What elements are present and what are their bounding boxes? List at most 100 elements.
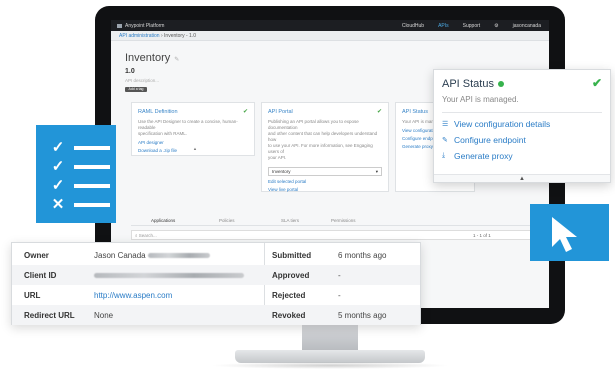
portal-card-line: to use your API. For more information, s…: [268, 143, 373, 154]
tab-bar: Applications Policies SLA tiers Permissi…: [131, 216, 531, 226]
portal-card-title: API Portal: [268, 109, 293, 115]
nav-user[interactable]: jasoncanada: [513, 23, 541, 29]
application-details-panel: Owner Jason Canada Submitted 6 months ag…: [11, 242, 421, 325]
portal-card-line: your API.: [268, 155, 287, 160]
tab-policies[interactable]: Policies: [219, 218, 235, 223]
details-row: Redirect URL None Revoked 5 months ago: [12, 305, 420, 325]
monitor-stand-neck: [302, 324, 358, 350]
generate-proxy-link[interactable]: ⤓ Generate proxy: [442, 151, 602, 161]
raml-card-title: RAML Definition: [138, 109, 178, 115]
owner-label: Owner: [24, 251, 49, 260]
check-icon: ✔: [591, 76, 602, 90]
nav-support[interactable]: Support: [463, 23, 481, 29]
pagination[interactable]: 1 - 1 of 1: [473, 233, 491, 238]
breadcrumb-current: Inventory - 1.0: [164, 33, 196, 39]
checklist-icon: ✓ ✓ ✓ ✕: [36, 125, 116, 223]
redirect-url-value: None: [94, 311, 114, 320]
approved-label: Approved: [272, 271, 310, 280]
redacted-client-id: [94, 273, 244, 279]
checklist-row: ✓: [50, 139, 110, 156]
search-input[interactable]: ⌕ Search...: [131, 230, 531, 240]
configure-endpoint-link[interactable]: ✎ Configure endpoint: [442, 135, 602, 145]
portal-card-line: and other content that can help develope…: [268, 131, 378, 142]
brand-label: Anypoint Platform: [125, 23, 165, 29]
url-link[interactable]: http://www.aspen.com: [94, 291, 172, 300]
check-icon: ✔: [376, 109, 382, 115]
checklist-row: ✓: [50, 177, 110, 194]
rejected-value: -: [338, 291, 341, 300]
stand-shadow: [210, 362, 450, 369]
redacted-email: [147, 253, 210, 259]
api-status-popup: API Status ✔ Your API is managed. ☰ View…: [433, 69, 611, 183]
tab-sla-tiers[interactable]: SLA tiers: [281, 218, 299, 223]
page-title: Inventory ✎: [125, 52, 179, 64]
view-configuration-details-link[interactable]: ☰ View configuration details: [442, 119, 602, 129]
rejected-label: Rejected: [272, 291, 306, 300]
add-tag-button[interactable]: Add a tag: [125, 87, 147, 92]
raml-card-line: Use the API Designer to create a concise…: [138, 119, 238, 130]
download-icon: ⤓: [442, 152, 446, 159]
tab-applications[interactable]: Applications: [151, 218, 175, 223]
raml-card-line: specification with RAML.: [138, 131, 188, 136]
api-status-message: Your API is managed.: [442, 95, 602, 113]
breadcrumb-root[interactable]: API administration: [119, 33, 160, 39]
action-label: View configuration details: [454, 119, 551, 129]
checklist-row: ✕: [50, 196, 110, 213]
mouse-cursor-icon: [552, 217, 577, 252]
edit-portal-link[interactable]: Edit selected portal: [268, 179, 382, 184]
brand[interactable]: Anypoint Platform: [117, 23, 164, 29]
checklist-bar: [74, 184, 110, 188]
revoked-label: Revoked: [272, 311, 306, 320]
action-label: Generate proxy: [454, 151, 513, 161]
view-live-portal-link[interactable]: View live portal: [268, 187, 382, 192]
submitted-label: Submitted: [272, 251, 312, 260]
approved-value: -: [338, 271, 341, 280]
portal-select[interactable]: Inventory ▾: [268, 167, 382, 176]
owner-name: Jason Canada: [94, 251, 146, 260]
action-label: Configure endpoint: [454, 135, 526, 145]
top-nav-bar: Anypoint Platform CloudHub APIs Support …: [111, 20, 549, 31]
portal-card-line: Publishing an API portal allows you to e…: [268, 119, 359, 130]
api-description[interactable]: API description...: [125, 78, 159, 83]
api-designer-link[interactable]: API designer: [138, 140, 248, 145]
pencil-icon: ✎: [442, 137, 448, 144]
check-mark-icon: ✓: [51, 139, 65, 156]
check-mark-icon: ✓: [51, 158, 65, 175]
top-nav: CloudHub APIs Support ⚙ jasoncanada: [402, 23, 541, 29]
owner-value: Jason Canada: [94, 251, 210, 260]
x-mark-icon: ✕: [51, 196, 65, 213]
redirect-url-label: Redirect URL: [24, 311, 75, 320]
collapse-caret-icon[interactable]: ▲: [193, 146, 197, 151]
checklist-bar: [74, 203, 110, 207]
chevron-down-icon: ▾: [375, 169, 378, 174]
details-row: Owner Jason Canada Submitted 6 months ag…: [12, 245, 420, 265]
details-row: URL http://www.aspen.com Rejected -: [12, 285, 420, 305]
client-id-value: [94, 271, 244, 280]
api-version: 1.0: [125, 68, 135, 75]
edit-pencil-icon[interactable]: ✎: [174, 57, 179, 63]
submitted-value: 6 months ago: [338, 251, 387, 260]
url-label: URL: [24, 291, 41, 300]
raml-definition-card: RAML Definition ✔ Use the API Designer t…: [131, 102, 255, 156]
details-row: Client ID Approved -: [12, 265, 420, 285]
api-status-title: API Status: [442, 78, 494, 90]
api-name: Inventory: [125, 52, 171, 64]
revoked-value: 5 months ago: [338, 311, 387, 320]
portal-select-value: Inventory: [272, 169, 291, 174]
sliders-icon: ☰: [442, 121, 449, 128]
search-placeholder: Search...: [138, 233, 157, 238]
check-icon: ✔: [242, 109, 248, 115]
checklist-bar: [74, 146, 110, 150]
collapse-caret-icon[interactable]: ▲: [434, 174, 610, 182]
tab-permissions[interactable]: Permissions: [331, 218, 356, 223]
nav-apis[interactable]: APIs: [438, 23, 449, 29]
status-dot-icon: [497, 81, 504, 87]
checklist-bar: [74, 165, 110, 169]
anypoint-logo-icon: [117, 23, 122, 28]
check-mark-icon: ✓: [51, 177, 65, 194]
breadcrumb: API administration › Inventory - 1.0: [111, 31, 549, 41]
nav-cloudhub[interactable]: CloudHub: [402, 23, 424, 29]
client-id-label: Client ID: [24, 271, 57, 280]
api-portal-card: API Portal ✔ Publishing an API portal al…: [261, 102, 389, 192]
gear-icon[interactable]: ⚙: [494, 23, 498, 29]
